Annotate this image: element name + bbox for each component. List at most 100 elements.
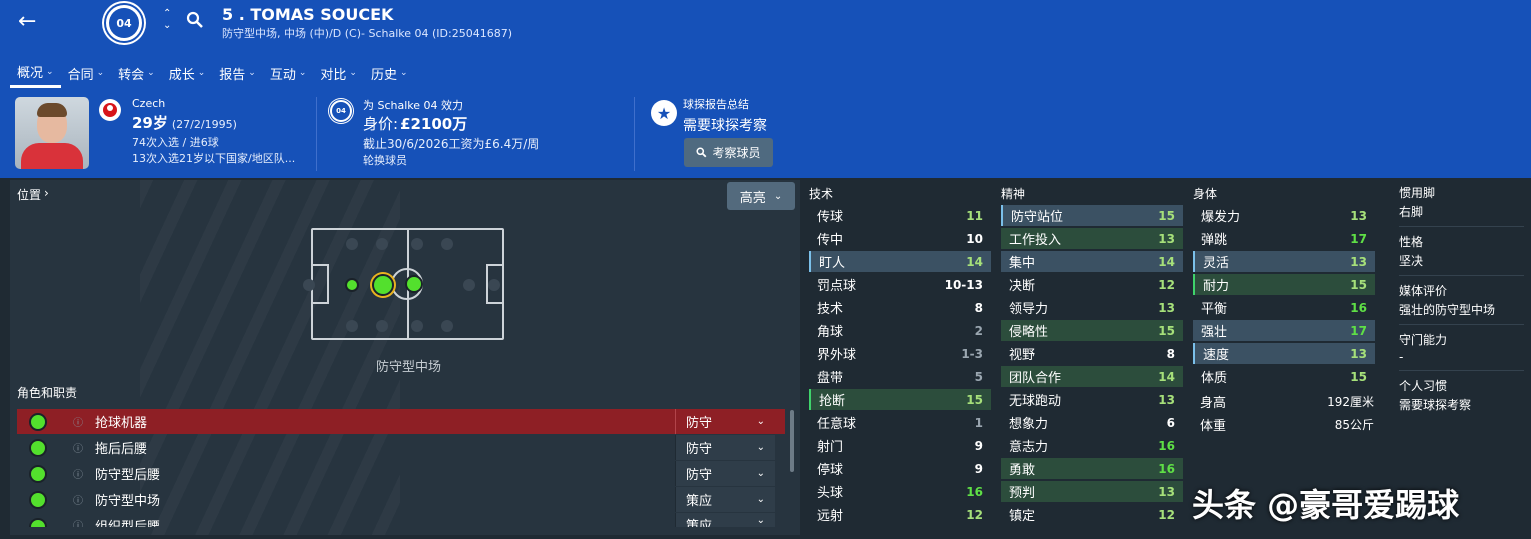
attribute-row[interactable]: 预判 13 (1001, 481, 1183, 502)
attribute-row[interactable]: 意志力 16 (1001, 435, 1183, 456)
attribute-row[interactable]: 抢断 15 (809, 389, 991, 410)
attribute-row[interactable]: 体质 15 (1193, 366, 1375, 387)
attribute-row[interactable]: 灵活 13 (1193, 251, 1375, 272)
attribute-name: 想象力 (1009, 417, 1049, 432)
duty-dropdown[interactable]: 策应 ⌄ (675, 513, 775, 527)
attribute-row[interactable]: 罚点球 10-13 (809, 274, 991, 295)
tab-compare[interactable]: 对比 ⌄ (313, 58, 364, 88)
highlight-dropdown[interactable]: 高亮 ⌄ (727, 182, 795, 210)
duty-dropdown[interactable]: 防守 ⌄ (675, 461, 775, 486)
chevron-down-icon: ⌄ (197, 68, 206, 78)
plays-for: 为 Schalke 04 效力 (363, 99, 464, 112)
role-row[interactable]: ⓘ 防守型中场 策应 ⌄ (17, 487, 785, 512)
duty-dropdown[interactable]: 防守 ⌄ (675, 435, 775, 460)
attribute-row[interactable]: 头球 16 (809, 481, 991, 502)
attribute-value: 15 (966, 392, 983, 407)
divider (316, 97, 317, 171)
attribute-row[interactable]: 工作投入 13 (1001, 228, 1183, 249)
attribute-row[interactable]: 停球 9 (809, 458, 991, 479)
player-header: ← 04 ⌃ ⌄ 5 . TOMAS SOUCEK 防守型中场, 中场 (中)/D… (0, 0, 1531, 178)
attribute-row[interactable]: 镇定 12 (1001, 504, 1183, 525)
position-dot-selected (372, 274, 394, 296)
attribute-value: 13 (1158, 484, 1175, 499)
attribute-value: 15 (1158, 323, 1175, 338)
attribute-value: 15 (1350, 369, 1367, 384)
attribute-name: 弹跳 (1201, 233, 1228, 248)
youth-caps[interactable]: 13次入选21岁以下国家/地区队... (132, 150, 295, 166)
roles-scrollbar[interactable] (790, 410, 794, 472)
role-row[interactable]: ⓘ 组织型后腰 策应⌄ (17, 513, 785, 527)
attribute-row[interactable]: 盘带 5 (809, 366, 991, 387)
attribute-name: 工作投入 (1009, 233, 1062, 248)
attribute-row[interactable]: 勇敢 16 (1001, 458, 1183, 479)
tab-transfer[interactable]: 转会 ⌄ (111, 58, 162, 88)
attribute-row[interactable]: 爆发力 13 (1193, 205, 1375, 226)
search-icon[interactable] (186, 11, 204, 29)
attribute-row[interactable]: 任意球 1 (809, 412, 991, 433)
attribute-row[interactable]: 速度 13 (1193, 343, 1375, 364)
attribute-name: 速度 (1203, 348, 1230, 363)
attribute-row[interactable]: 决断 12 (1001, 274, 1183, 295)
attribute-value: 16 (1158, 461, 1175, 476)
attribute-row[interactable]: 侵略性 15 (1001, 320, 1183, 341)
attribute-row[interactable]: 界外球 1-3 (809, 343, 991, 364)
attribute-name: 体质 (1201, 371, 1228, 386)
role-row[interactable]: ⓘ 抢球机器 防守 ⌄ (17, 409, 785, 434)
attribute-row[interactable]: 想象力 6 (1001, 412, 1183, 433)
attribute-value: 9 (974, 438, 983, 453)
tab-overview[interactable]: 概况 ⌄ (10, 58, 61, 88)
attribute-row[interactable]: 盯人 14 (809, 251, 991, 272)
attribute-value: 13 (1350, 346, 1367, 361)
attribute-row[interactable]: 集中 14 (1001, 251, 1183, 272)
attribute-row[interactable]: 技术 8 (809, 297, 991, 318)
info-icon[interactable]: ⓘ (73, 440, 85, 455)
player-photo (15, 97, 89, 169)
back-arrow-icon[interactable]: ← (18, 10, 42, 34)
club-crest-icon[interactable]: 04 (104, 3, 144, 43)
player-switch-arrows-icon[interactable]: ⌃ ⌄ (163, 8, 171, 32)
attribute-row[interactable]: 远射 12 (809, 504, 991, 525)
attribute-value: 17 (1350, 323, 1367, 338)
attribute-row[interactable]: 防守站位 15 (1001, 205, 1183, 226)
attribute-row[interactable]: 传球 11 (809, 205, 991, 226)
attribute-value: 13 (1350, 208, 1367, 223)
chevron-down-icon: ⌄ (773, 190, 783, 202)
attribute-row[interactable]: 强壮 17 (1193, 320, 1375, 341)
tab-development[interactable]: 成长 ⌄ (162, 58, 213, 88)
role-row[interactable]: ⓘ 拖后后腰 防守 ⌄ (17, 435, 785, 460)
attribute-row[interactable]: 领导力 13 (1001, 297, 1183, 318)
attribute-row[interactable]: 平衡 16 (1193, 297, 1375, 318)
scout-player-button[interactable]: 考察球员 (684, 138, 773, 167)
positions-link[interactable]: 位置 › (17, 186, 49, 203)
role-row[interactable]: ⓘ 防守型后腰 防守 ⌄ (17, 461, 785, 486)
attribute-row[interactable]: 无球跑动 13 (1001, 389, 1183, 410)
attribute-row[interactable]: 团队合作 14 (1001, 366, 1183, 387)
attribute-name: 任意球 (817, 417, 857, 432)
info-icon[interactable]: ⓘ (73, 517, 85, 527)
tab-contract[interactable]: 合同 ⌄ (61, 58, 112, 88)
duty-dropdown[interactable]: 策应 ⌄ (675, 487, 775, 512)
attribute-row[interactable]: 角球 2 (809, 320, 991, 341)
position-name: 防守型中场 (376, 360, 442, 375)
club-crest-icon[interactable]: 04 (329, 99, 353, 123)
attribute-value: 17 (1350, 231, 1367, 246)
tab-reports[interactable]: 报告 ⌄ (212, 58, 263, 88)
attribute-name: 传球 (817, 210, 844, 225)
info-icon[interactable]: ⓘ (73, 414, 85, 429)
attribute-row[interactable]: 耐力 15 (1193, 274, 1375, 295)
tab-history[interactable]: 历史 ⌄ (364, 58, 415, 88)
duty-dropdown[interactable]: 防守 ⌄ (675, 409, 775, 434)
attribute-name: 界外球 (817, 348, 857, 363)
attribute-name: 决断 (1009, 279, 1036, 294)
info-icon[interactable]: ⓘ (73, 466, 85, 481)
nationality: Czech (132, 97, 166, 110)
info-icon[interactable]: ⓘ (73, 492, 85, 507)
attribute-row[interactable]: 弹跳 17 (1193, 228, 1375, 249)
chevron-down-icon: ⌄ (756, 494, 765, 505)
attribute-value: 13 (1158, 300, 1175, 315)
attribute-row[interactable]: 视野 8 (1001, 343, 1183, 364)
technical-header: 技术 (809, 187, 834, 201)
attribute-row[interactable]: 传中 10 (809, 228, 991, 249)
tab-interaction[interactable]: 互动 ⌄ (263, 58, 314, 88)
attribute-row[interactable]: 射门 9 (809, 435, 991, 456)
